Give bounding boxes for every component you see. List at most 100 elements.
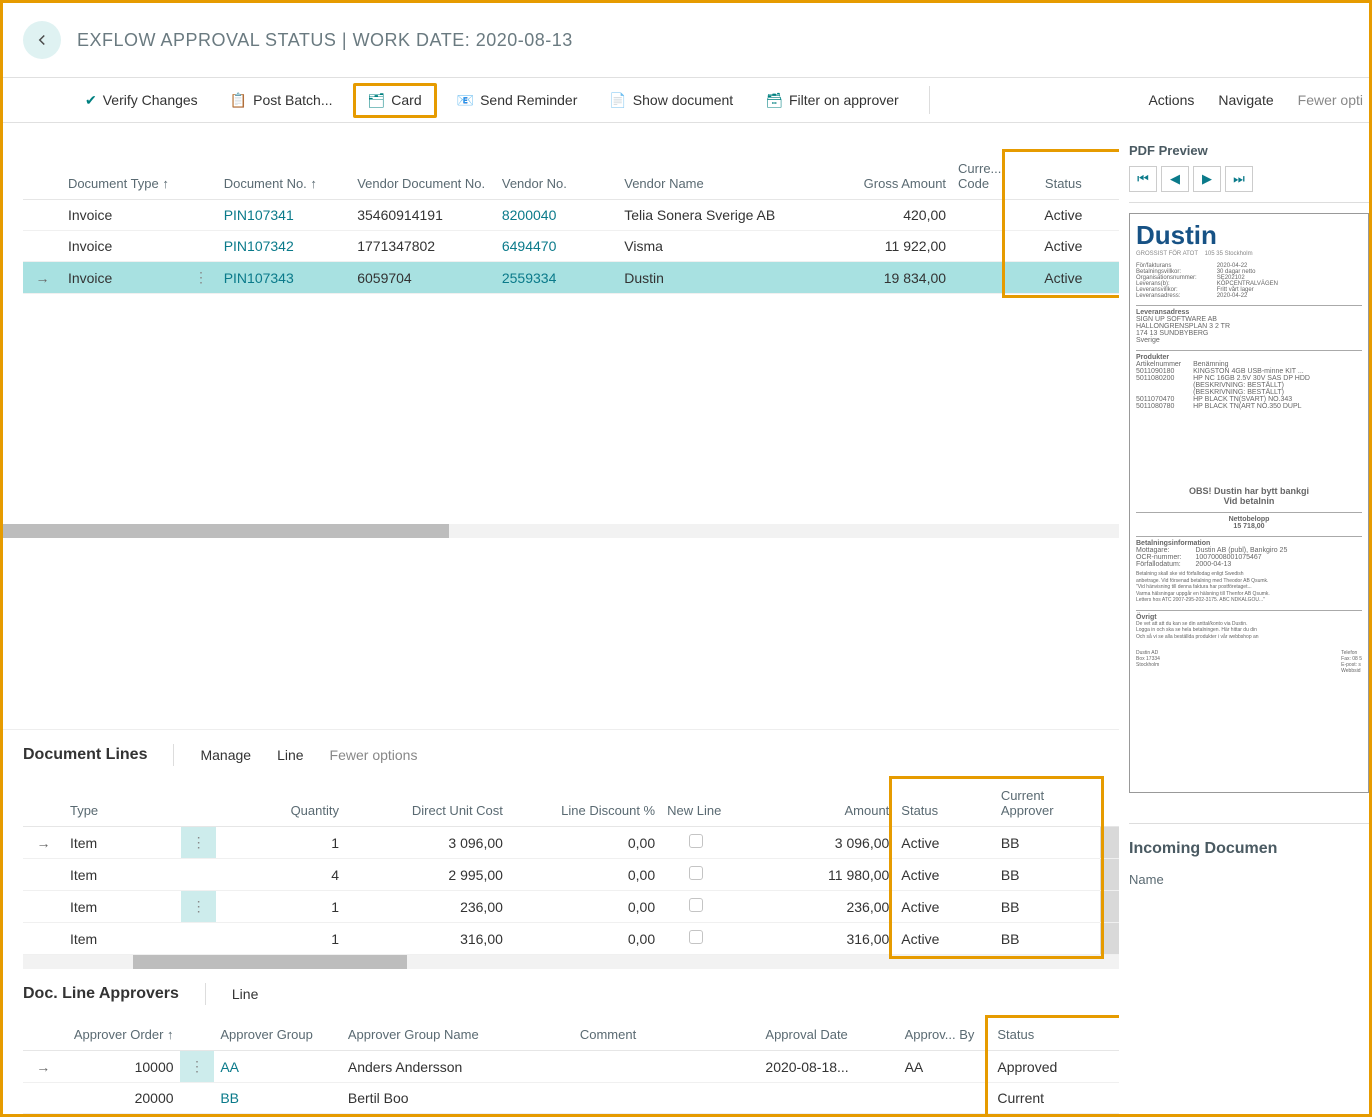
- pdf-prev-button[interactable]: ◀: [1161, 166, 1189, 192]
- pdf-vendor-logo: Dustin: [1136, 220, 1362, 251]
- row-more-icon[interactable]: ⋮: [181, 891, 216, 923]
- table-row[interactable]: Item ⋮ 1 236,00 0,00 236,00 Active BB: [23, 891, 1119, 923]
- table-row[interactable]: → 10000 ⋮ AA Anders Andersson 2020-08-18…: [23, 1051, 1119, 1083]
- row-more-icon[interactable]: [181, 923, 216, 955]
- col-gname[interactable]: Approver Group Name: [342, 1019, 574, 1051]
- col-qty[interactable]: Quantity: [216, 780, 345, 827]
- col-vendor-no[interactable]: Vendor No.: [496, 153, 618, 200]
- toolbar: ✔ Verify Changes 📋 Post Batch... 🗂 Card …: [3, 77, 1369, 123]
- col-order[interactable]: Approver Order ↑: [64, 1019, 180, 1051]
- doc-no-link[interactable]: PIN107343: [218, 262, 352, 294]
- navigate-menu[interactable]: Navigate: [1218, 92, 1273, 108]
- table-row[interactable]: Item 4 2 995,00 0,00 11 980,00 Active BB: [23, 859, 1119, 891]
- col-dl-status[interactable]: Status: [895, 780, 995, 827]
- approvers-line[interactable]: Line: [232, 986, 258, 1002]
- arrow-left-icon: [33, 31, 51, 49]
- table-row[interactable]: Invoice PIN107342 1771347802 6494470 Vis…: [23, 231, 1119, 262]
- col-amount[interactable]: Amount: [731, 780, 895, 827]
- doc-no-link[interactable]: PIN107342: [218, 231, 352, 262]
- row-indicator-icon: [23, 923, 64, 955]
- col-gross[interactable]: Gross Amount: [819, 153, 953, 200]
- document-icon: 📄: [609, 92, 626, 109]
- hscroll-doclines[interactable]: [23, 955, 1119, 969]
- col-curr[interactable]: Curre... Code: [952, 153, 1008, 200]
- col-doc-type[interactable]: Document Type ↑: [62, 153, 184, 200]
- approvers-title: Doc. Line Approvers: [23, 985, 179, 1003]
- col-comment[interactable]: Comment: [574, 1019, 760, 1051]
- clipboard-icon: 📋: [230, 92, 247, 109]
- card-button[interactable]: 🗂 Card: [353, 83, 437, 118]
- row-indicator-icon: →: [23, 262, 62, 294]
- newline-checkbox[interactable]: [689, 866, 703, 880]
- newline-checkbox[interactable]: [689, 930, 703, 944]
- bell-icon: 📧: [457, 92, 474, 109]
- fewer-options-button[interactable]: Fewer opti: [1298, 92, 1363, 108]
- approver-group-link[interactable]: AA: [214, 1051, 342, 1083]
- col-type[interactable]: Type: [64, 780, 181, 827]
- col-approver[interactable]: Current Approver: [995, 780, 1100, 827]
- post-batch-button[interactable]: 📋 Post Batch...: [218, 86, 345, 115]
- doclines-line[interactable]: Line: [277, 747, 303, 763]
- check-circle-icon: ✔: [85, 92, 97, 109]
- incoming-documents-title: Incoming Documen: [1129, 823, 1369, 858]
- col-vendor-doc-no[interactable]: Vendor Document No.: [351, 153, 496, 200]
- row-indicator-icon: [23, 1083, 64, 1114]
- back-button[interactable]: [23, 21, 61, 59]
- col-status[interactable]: Status: [1008, 153, 1119, 200]
- vendor-no-link[interactable]: 2559334: [496, 262, 618, 294]
- doc-lines-title: Document Lines: [23, 746, 147, 764]
- send-reminder-button[interactable]: 📧 Send Reminder: [445, 86, 590, 115]
- row-more-icon[interactable]: ⋮: [181, 827, 216, 859]
- table-row[interactable]: 20000 BB Bertil Boo Current: [23, 1083, 1119, 1114]
- pdf-last-button[interactable]: ⏭: [1225, 166, 1253, 192]
- pdf-preview-title: PDF Preview: [1129, 143, 1369, 158]
- card-icon: 🗂: [368, 92, 386, 109]
- row-more-icon[interactable]: [180, 1083, 215, 1114]
- row-indicator-icon: [23, 891, 64, 923]
- col-adate[interactable]: Approval Date: [759, 1019, 898, 1051]
- hscroll-top[interactable]: [3, 524, 1119, 538]
- table-row[interactable]: Invoice PIN107341 35460914191 8200040 Te…: [23, 200, 1119, 231]
- vendor-no-link[interactable]: 6494470: [496, 231, 618, 262]
- row-more-icon[interactable]: [184, 231, 217, 262]
- row-indicator-icon: [23, 200, 62, 231]
- col-group[interactable]: Approver Group: [214, 1019, 342, 1051]
- doc-lines-table: Type Quantity Direct Unit Cost Line Disc…: [23, 780, 1119, 955]
- approvers-table: Approver Order ↑ Approver Group Approver…: [23, 1019, 1119, 1114]
- col-aby[interactable]: Approv... By: [899, 1019, 992, 1051]
- actions-menu[interactable]: Actions: [1148, 92, 1194, 108]
- vendor-no-link[interactable]: 8200040: [496, 200, 618, 231]
- verify-changes-button[interactable]: ✔ Verify Changes: [73, 86, 210, 115]
- row-indicator-icon: [23, 231, 62, 262]
- newline-checkbox[interactable]: [689, 834, 703, 848]
- doclines-fewer[interactable]: Fewer options: [330, 747, 418, 763]
- row-indicator-icon: [23, 859, 64, 891]
- pdf-next-button[interactable]: ▶: [1193, 166, 1221, 192]
- pdf-first-button[interactable]: ⏮: [1129, 166, 1157, 192]
- newline-checkbox[interactable]: [689, 898, 703, 912]
- filter-approver-button[interactable]: 🗃 Filter on approver: [753, 86, 911, 115]
- col-disc[interactable]: Line Discount %: [509, 780, 661, 827]
- table-row[interactable]: Item 1 316,00 0,00 316,00 Active BB: [23, 923, 1119, 955]
- row-more-icon[interactable]: ⋮: [184, 262, 217, 294]
- table-row[interactable]: → Invoice ⋮ PIN107343 6059704 2559334 Du…: [23, 262, 1119, 294]
- doc-no-link[interactable]: PIN107341: [218, 200, 352, 231]
- row-more-icon[interactable]: ⋮: [180, 1051, 215, 1083]
- col-vendor-name[interactable]: Vendor Name: [618, 153, 818, 200]
- filter-icon: 🗃: [765, 92, 783, 109]
- show-document-button[interactable]: 📄 Show document: [597, 86, 745, 115]
- row-more-icon[interactable]: [184, 200, 217, 231]
- row-indicator-icon: →: [23, 1051, 64, 1083]
- page-title: EXFLOW APPROVAL STATUS | WORK DATE: 2020…: [77, 30, 573, 51]
- approver-group-link[interactable]: BB: [214, 1083, 342, 1114]
- pdf-document-preview[interactable]: Dustin GROSSIST FÖR ATOT 105 35 Stockhol…: [1129, 213, 1369, 793]
- doclines-manage[interactable]: Manage: [200, 747, 251, 763]
- table-row[interactable]: → Item ⋮ 1 3 096,00 0,00 3 096,00 Active…: [23, 827, 1119, 859]
- col-newline[interactable]: New Line: [661, 780, 731, 827]
- col-doc-no[interactable]: Document No. ↑: [218, 153, 352, 200]
- row-indicator-icon: →: [23, 827, 64, 859]
- incoming-col-name[interactable]: Name: [1129, 858, 1369, 901]
- col-unit[interactable]: Direct Unit Cost: [345, 780, 509, 827]
- row-more-icon[interactable]: [181, 859, 216, 891]
- col-ap-status[interactable]: Status: [991, 1019, 1119, 1051]
